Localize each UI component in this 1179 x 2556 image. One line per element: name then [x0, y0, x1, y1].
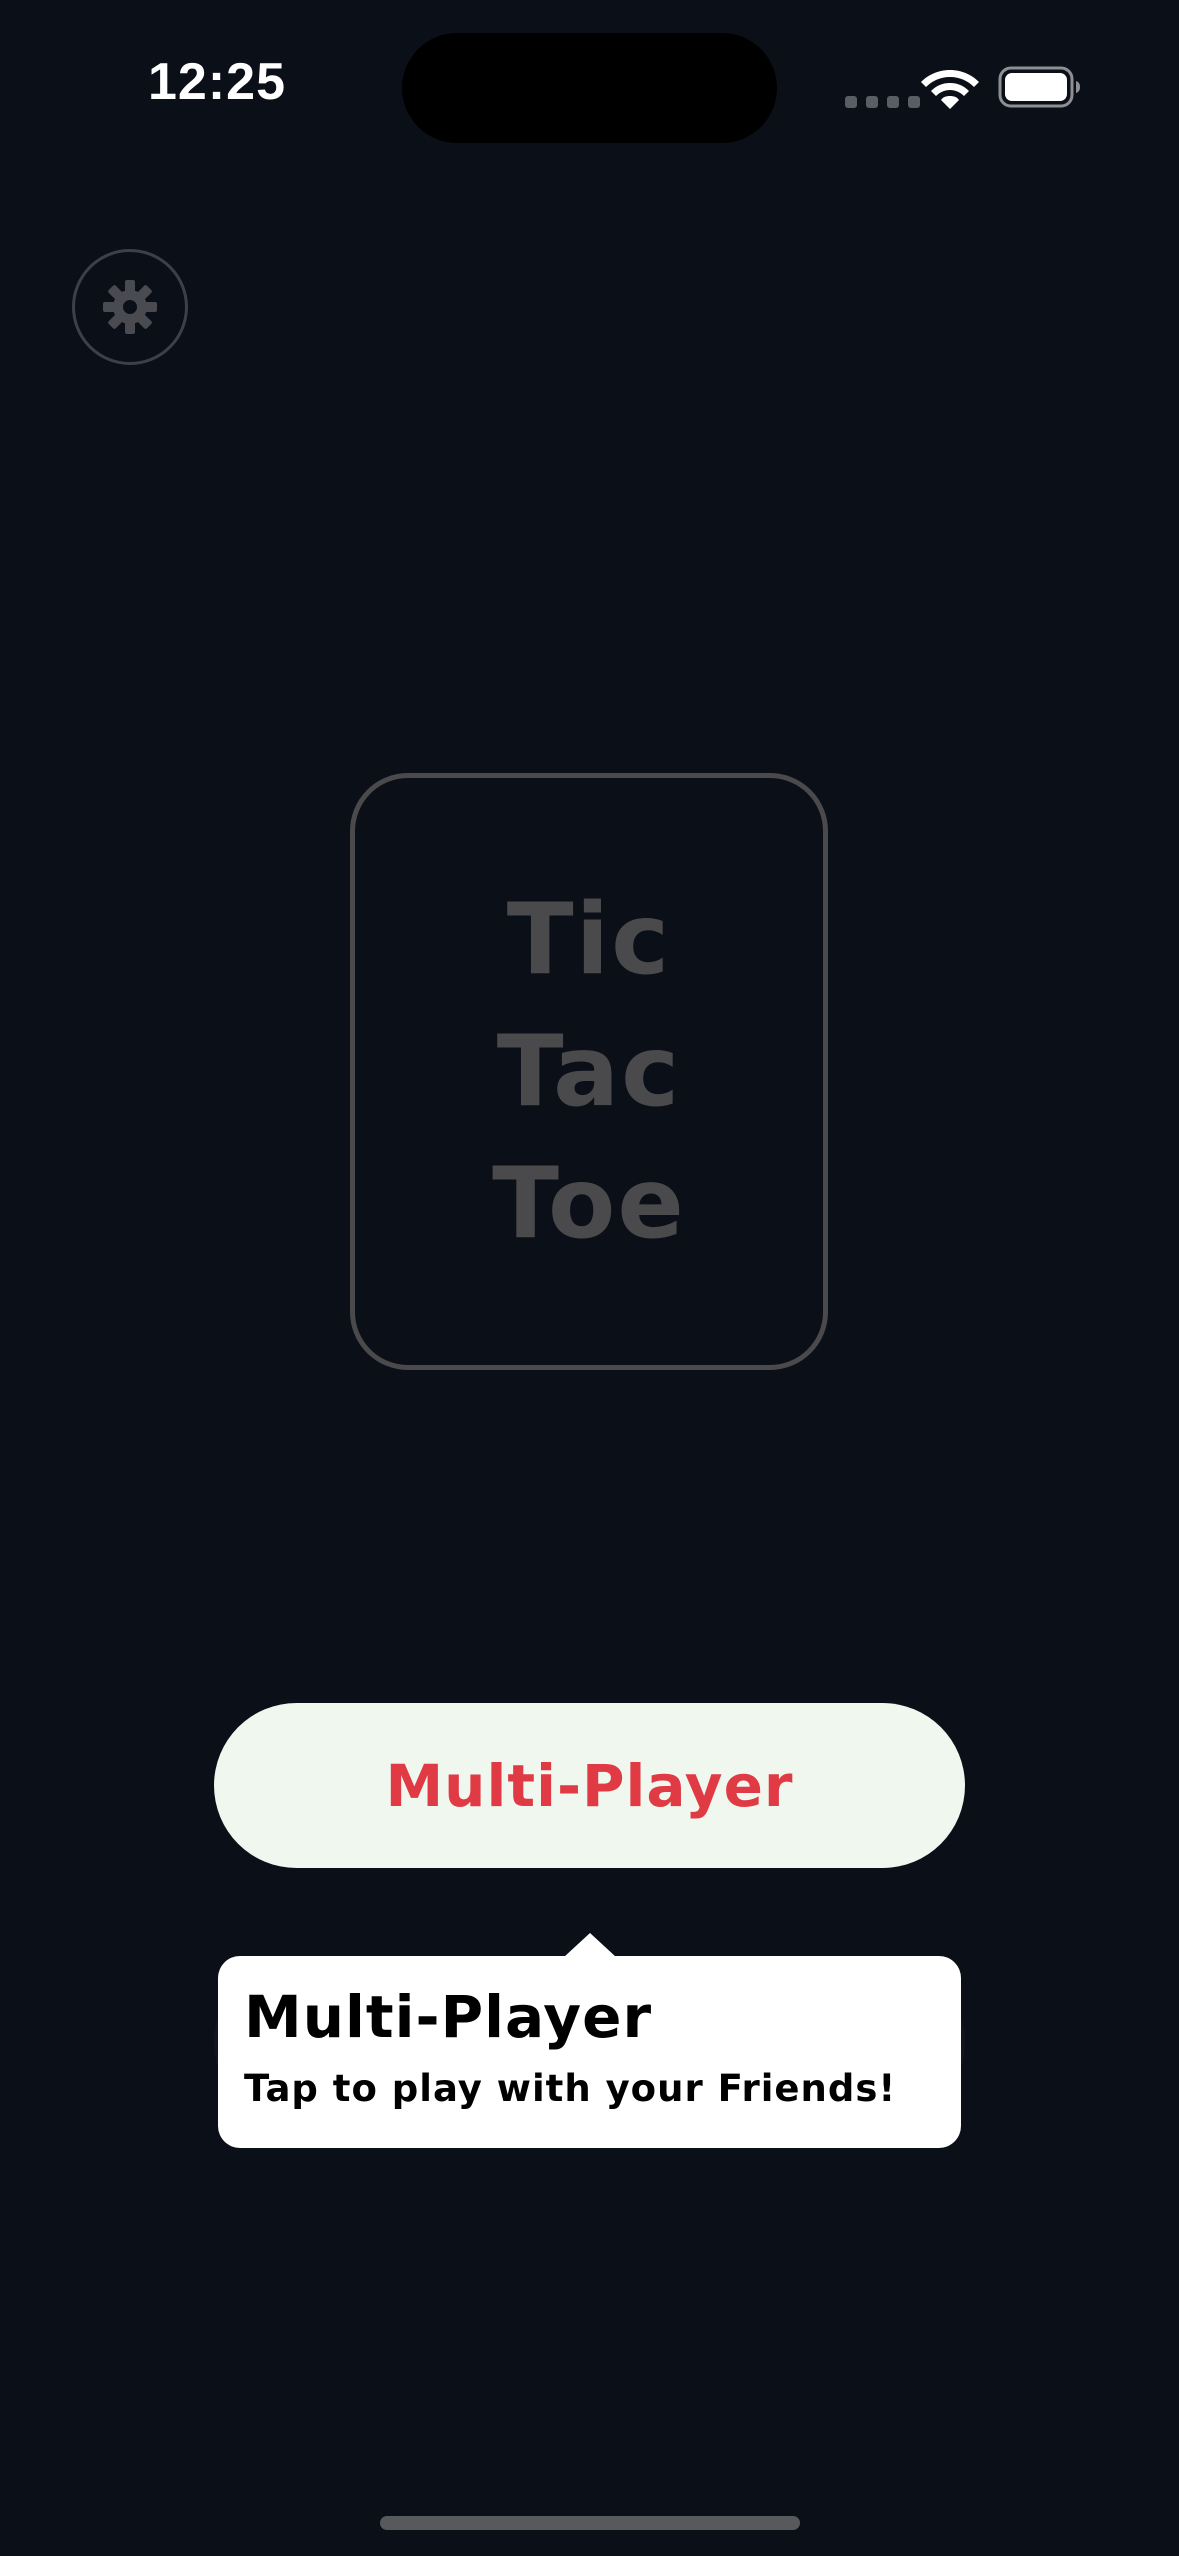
battery-icon [998, 66, 1080, 108]
tooltip-text: Tap to play with your Friends! [244, 2067, 897, 2110]
logo-line-tic: Tic [506, 882, 672, 997]
signal-dots-icon [845, 96, 920, 108]
status-time: 12:25 [148, 53, 286, 111]
wifi-icon [921, 70, 979, 109]
dynamic-island [402, 33, 777, 143]
multiplayer-tooltip[interactable]: Multi-Player Tap to play with your Frien… [218, 1956, 961, 2148]
tooltip-arrow [564, 1933, 616, 1957]
multiplayer-button[interactable]: Multi-Player [214, 1703, 965, 1868]
tooltip-title: Multi-Player [244, 1983, 653, 2051]
gear-icon [103, 280, 157, 334]
home-indicator[interactable] [380, 2516, 800, 2530]
logo-line-tac: Tac [496, 1014, 682, 1129]
game-logo: Tic Tac Toe [350, 773, 828, 1370]
logo-line-toe: Toe [492, 1146, 686, 1261]
settings-button[interactable] [72, 249, 188, 365]
